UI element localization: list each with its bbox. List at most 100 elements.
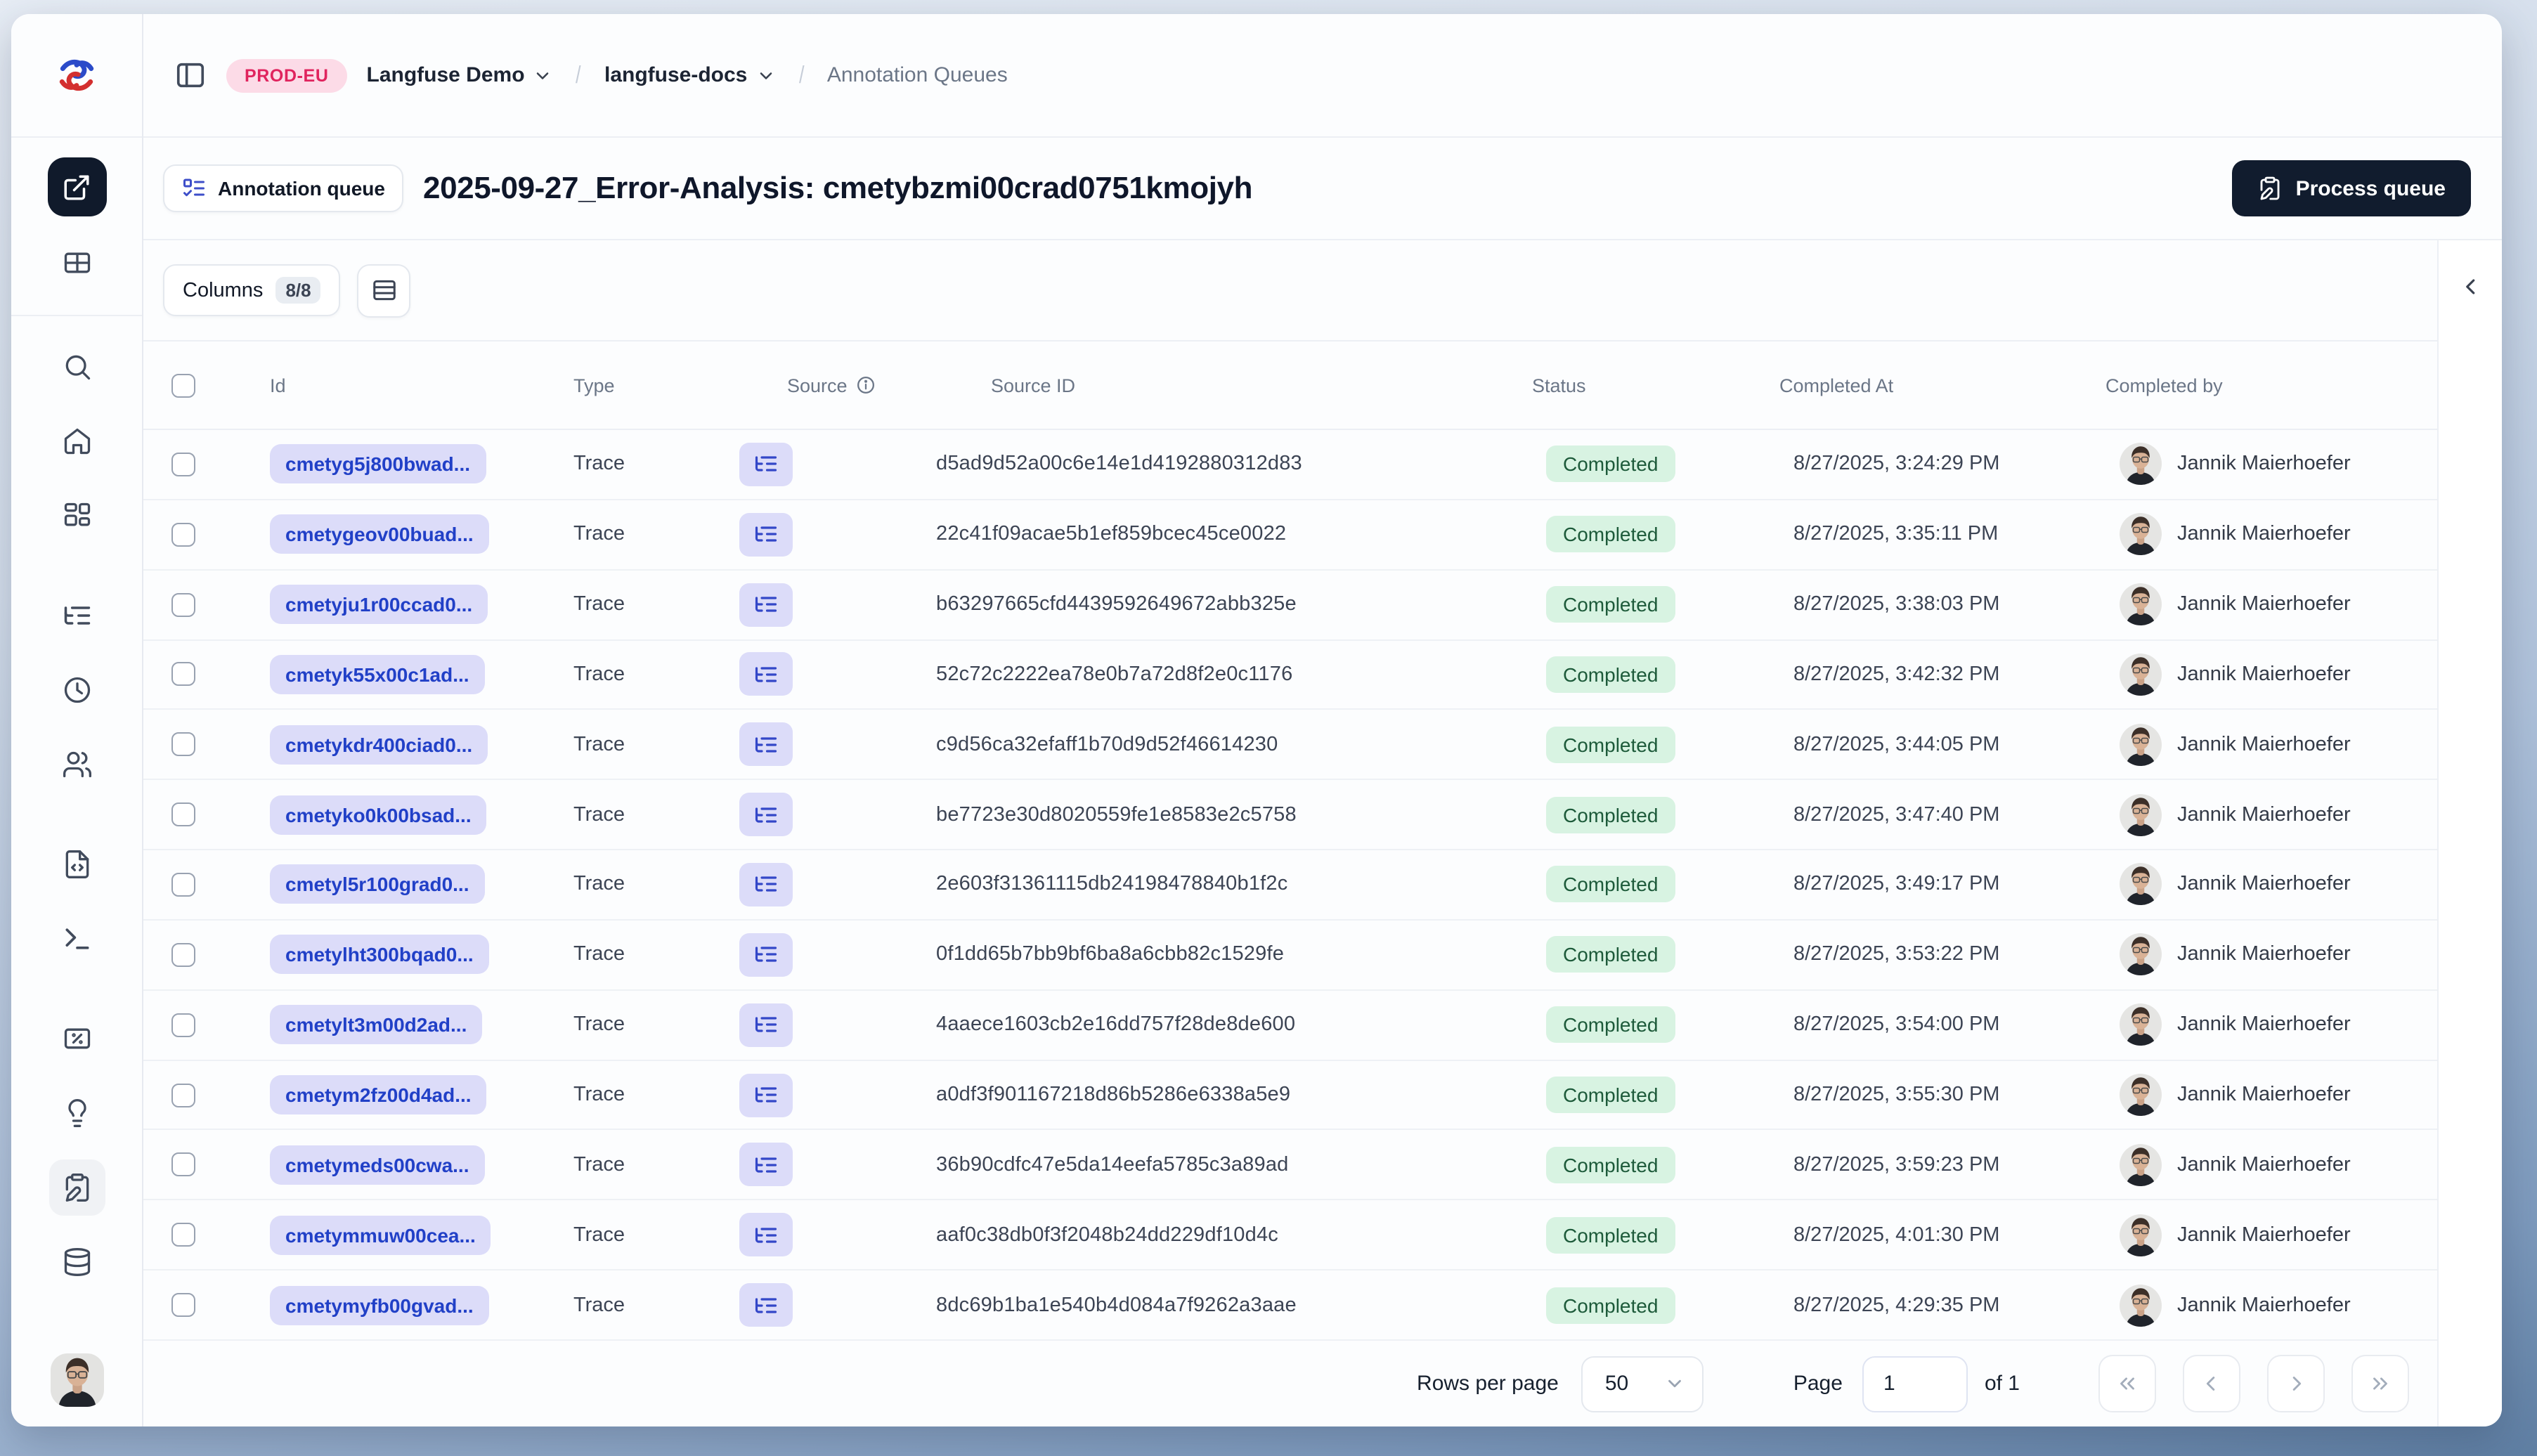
row-checkbox[interactable] [171,872,195,897]
first-page-button[interactable] [2098,1355,2156,1412]
breadcrumb-org[interactable]: Langfuse Demo [367,63,553,87]
table-row[interactable]: cmetylt3m00d2ad... Trace 4aaece1603cb2e1… [143,991,2437,1061]
item-id-badge[interactable]: cmetyl5r100grad0... [270,864,485,904]
completed-by-avatar [2120,583,2162,626]
item-id-badge[interactable]: cmetylht300bqad0... [270,935,489,975]
item-type: Trace [573,663,625,686]
info-icon[interactable] [856,375,876,395]
user-avatar[interactable] [50,1353,103,1407]
sidebar-item-tracing[interactable] [48,587,105,644]
sidebar-item-insights[interactable] [48,1085,105,1141]
row-checkbox[interactable] [171,1223,195,1247]
item-id-badge[interactable]: cmetygeov00buad... [270,514,489,554]
item-id-badge[interactable]: cmetym2fz00d4ad... [270,1075,487,1115]
item-id-badge[interactable]: cmetylt3m00d2ad... [270,1005,483,1045]
sidebar-item-prompts[interactable] [48,836,105,892]
row-checkbox[interactable] [171,592,195,617]
sidebar-item-open-external[interactable] [47,157,106,216]
table-row[interactable]: cmetykdr400ciad0... Trace c9d56ca32efaff… [143,710,2437,781]
trace-tree-icon [755,457,777,472]
row-checkbox[interactable] [171,942,195,967]
source-trace-chip[interactable] [739,442,793,486]
item-id-badge[interactable]: cmetyju1r00ccad0... [270,585,488,625]
source-trace-chip[interactable] [739,652,793,696]
user-avatar-image [2120,1284,2162,1327]
item-id-badge[interactable]: cmetykdr400ciad0... [270,724,488,765]
source-trace-chip[interactable] [739,1143,793,1187]
sidebar-item-datasets[interactable] [48,1234,105,1290]
item-id-badge[interactable]: cmetymeds00cwa... [270,1145,485,1185]
sidebar-item-sessions[interactable] [48,662,105,718]
row-checkbox[interactable] [171,1293,195,1318]
panel-left-toggle-icon[interactable] [174,59,207,91]
completed-by-name: Jannik Maierhoefer [2177,803,2351,826]
sidebar-item-playground[interactable] [48,911,105,967]
sidebar-item-dashboards[interactable] [48,488,105,544]
org-logo[interactable] [11,14,142,138]
table-row[interactable]: cmetymyfb00gvad... Trace 8dc69b1ba1e540b… [143,1270,2437,1341]
previous-page-button[interactable] [2183,1355,2240,1412]
source-trace-chip[interactable] [739,862,793,906]
page-input[interactable] [1862,1356,1968,1412]
row-checkbox[interactable] [171,1152,195,1177]
table-row[interactable]: cmetyju1r00ccad0... Trace b63297665cfd44… [143,570,2437,641]
next-page-button[interactable] [2267,1355,2325,1412]
source-trace-chip[interactable] [739,722,793,767]
item-id-badge[interactable]: cmetyko0k00bsad... [270,795,487,835]
table-row[interactable]: cmetylht300bqad0... Trace 0f1dd65b7bb9bf… [143,921,2437,991]
source-trace-chip[interactable] [739,932,793,977]
row-checkbox[interactable] [171,802,195,827]
row-checkbox[interactable] [171,1083,195,1107]
table-row[interactable]: cmetyl5r100grad0... Trace 2e603f31361115… [143,850,2437,921]
rows-per-page-select[interactable]: 50 [1581,1356,1704,1412]
table-row[interactable]: cmetygeov00buad... Trace 22c41f09acae5b1… [143,500,2437,571]
row-height-button[interactable] [357,264,411,317]
completed-by-avatar [2120,653,2162,696]
source-id: 8dc69b1ba1e540b4d084a7f9262a3aae [936,1294,1297,1317]
sidebar-item-evaluators[interactable] [48,1010,105,1067]
source-trace-chip[interactable] [739,1003,793,1047]
last-page-button[interactable] [2351,1355,2409,1412]
row-checkbox[interactable] [171,732,195,757]
breadcrumb-separator: / [576,61,582,88]
columns-button[interactable]: Columns 8/8 [163,264,341,316]
table-body: cmetyg5j800bwad... Trace d5ad9d52a00c6e1… [143,430,2437,1341]
select-all-checkbox[interactable] [171,373,195,397]
user-avatar-image [2120,653,2162,696]
source-trace-chip[interactable] [739,1283,793,1327]
table-row[interactable]: cmetyko0k00bsad... Trace be7723e30d80205… [143,780,2437,851]
item-type: Trace [573,1153,625,1176]
table-row[interactable]: cmetymeds00cwa... Trace 36b90cdfc47e5da1… [143,1131,2437,1201]
item-id-badge[interactable]: cmetymmuw00cea... [270,1215,491,1255]
table-row[interactable]: cmetyk55x00c1ad... Trace 52c72c2222ea78e… [143,640,2437,710]
row-checkbox[interactable] [171,1013,195,1037]
collapse-panel-button[interactable] [2449,266,2491,308]
source-trace-chip[interactable] [739,583,793,627]
table-row[interactable]: cmetyg5j800bwad... Trace d5ad9d52a00c6e1… [143,430,2437,500]
row-checkbox[interactable] [171,522,195,547]
sidebar-item-search[interactable] [48,339,105,395]
completed-at: 8/27/2025, 3:55:30 PM [1793,1084,2000,1107]
annotation-queue-chip[interactable]: Annotation queue [163,164,403,212]
row-checkbox[interactable] [171,452,195,476]
sidebar-item-tables[interactable] [48,235,105,291]
item-id-badge[interactable]: cmetyk55x00c1ad... [270,654,485,694]
table-row[interactable]: cmetym2fz00d4ad... Trace a0df3f901167218… [143,1060,2437,1131]
process-queue-button[interactable]: Process queue [2232,160,2471,216]
sidebar-item-home[interactable] [48,413,105,469]
status-badge: Completed [1546,586,1675,623]
item-id-badge[interactable]: cmetyg5j800bwad... [270,444,486,484]
source-trace-chip[interactable] [739,793,793,837]
source-trace-chip[interactable] [739,1073,793,1117]
sidebar-item-users[interactable] [48,736,105,793]
column-header-completed-by: Completed by [2105,375,2223,396]
breadcrumb-project[interactable]: langfuse-docs [604,63,775,87]
row-checkbox[interactable] [171,662,195,687]
trace-tree-icon [755,1087,777,1103]
sidebar-item-annotation-queues[interactable] [48,1159,105,1216]
source-trace-chip[interactable] [739,1213,793,1257]
item-id-badge[interactable]: cmetymyfb00gvad... [270,1285,489,1325]
table-row[interactable]: cmetymmuw00cea... Trace aaf0c38db0f3f204… [143,1201,2437,1271]
source-trace-chip[interactable] [739,512,793,557]
item-type: Trace [573,1294,625,1317]
